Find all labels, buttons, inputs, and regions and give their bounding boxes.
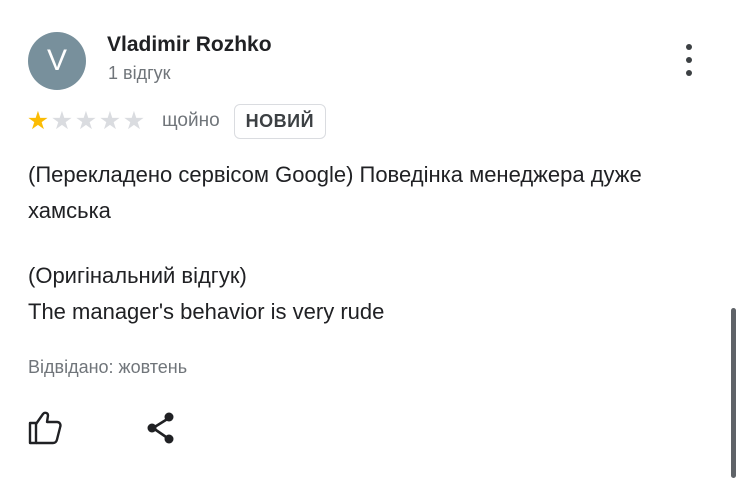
visited-date: Відвідано: жовтень: [28, 357, 188, 377]
thumb-up-icon: [28, 411, 62, 445]
star-empty-icon: ★: [122, 106, 146, 135]
more-vert-icon: [686, 44, 692, 50]
more-options-button[interactable]: [676, 40, 704, 80]
more-vert-icon-dot: [686, 57, 692, 63]
reviewer-name[interactable]: Vladimir Rozhko: [107, 33, 272, 57]
review-time: щойно: [162, 110, 220, 131]
star-empty-icon: ★: [74, 106, 98, 135]
more-vert-icon-dot: [686, 70, 692, 76]
share-icon: [147, 412, 174, 444]
star-empty-icon: ★: [50, 106, 74, 135]
reviewer-reviews-count: 1 відгук: [108, 63, 171, 83]
like-button[interactable]: [24, 405, 68, 449]
review-text: (Перекладено сервісом Google) Поведінка …: [28, 157, 718, 330]
rating-row: ★ ★ ★ ★ ★ щойно НОВИЙ: [26, 101, 327, 141]
star-filled-icon: ★: [26, 106, 50, 135]
avatar[interactable]: V: [28, 32, 86, 90]
star-rating: ★ ★ ★ ★ ★: [26, 106, 146, 135]
share-button[interactable]: [140, 406, 184, 450]
new-badge: НОВИЙ: [233, 103, 327, 139]
original-label: (Оригінальний відгук): [28, 263, 247, 288]
scrollbar[interactable]: [731, 308, 736, 478]
translated-text: (Перекладено сервісом Google) Поведінка …: [28, 162, 642, 223]
star-empty-icon: ★: [98, 106, 122, 135]
original-text: The manager's behavior is very rude: [28, 299, 385, 324]
